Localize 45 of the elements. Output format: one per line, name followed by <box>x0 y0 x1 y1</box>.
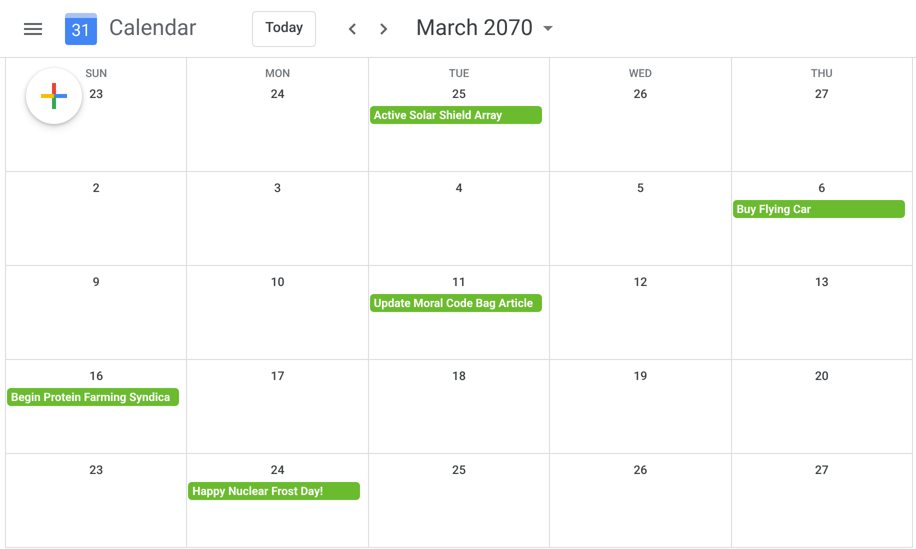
weekday-label: THU <box>810 66 833 82</box>
month-selector[interactable]: March 2070 <box>416 12 553 45</box>
date-number: 23 <box>89 462 104 478</box>
chevron-right-icon <box>380 22 388 34</box>
date-number: 18 <box>452 368 466 384</box>
date-number: 6 <box>818 180 826 196</box>
calendar-logo: 31 <box>65 12 97 44</box>
date-number: 27 <box>814 462 829 478</box>
date-number: 25 <box>452 462 466 478</box>
weekday-label: MON <box>265 66 290 82</box>
menu-icon <box>24 22 42 34</box>
date-number: 5 <box>636 180 644 196</box>
dropdown-caret-icon <box>542 26 553 31</box>
event-chip[interactable]: Buy Flying Car <box>732 200 905 218</box>
date-number: 19 <box>634 368 648 384</box>
chevron-left-icon <box>348 22 356 34</box>
weekday-label: WED <box>628 66 652 82</box>
date-number: 11 <box>452 274 466 290</box>
date-number: 23 <box>89 86 104 102</box>
event-chip[interactable]: Update Moral Code Bag Article <box>370 294 542 312</box>
today-button[interactable]: Today <box>252 10 316 46</box>
app-name: Calendar <box>109 15 196 43</box>
date-number: 9 <box>92 274 100 290</box>
event-chip[interactable]: Active Solar Shield Array <box>370 106 542 124</box>
date-number: 26 <box>634 86 648 102</box>
date-number: 24 <box>270 462 284 478</box>
date-number: 27 <box>814 86 829 102</box>
date-number: 16 <box>89 368 104 384</box>
date-number: 2 <box>92 180 100 196</box>
date-number: 3 <box>274 180 281 196</box>
plus-icon <box>41 83 67 109</box>
date-number: 17 <box>270 368 284 384</box>
date-number: 12 <box>634 274 648 290</box>
weekday-label: SUN <box>85 66 108 82</box>
date-number: 26 <box>634 462 648 478</box>
date-number: 25 <box>452 86 466 102</box>
date-number: 10 <box>270 274 284 290</box>
create-button[interactable] <box>26 68 82 124</box>
weekday-label: TUE <box>448 66 470 82</box>
date-number: 24 <box>270 86 284 102</box>
date-number: 13 <box>814 274 829 290</box>
event-chip[interactable]: Begin Protein Farming Syndica <box>7 388 179 406</box>
date-number: 20 <box>814 368 829 384</box>
event-chip[interactable]: Happy Nuclear Frost Day! <box>188 482 360 500</box>
date-number: 4 <box>456 180 462 196</box>
